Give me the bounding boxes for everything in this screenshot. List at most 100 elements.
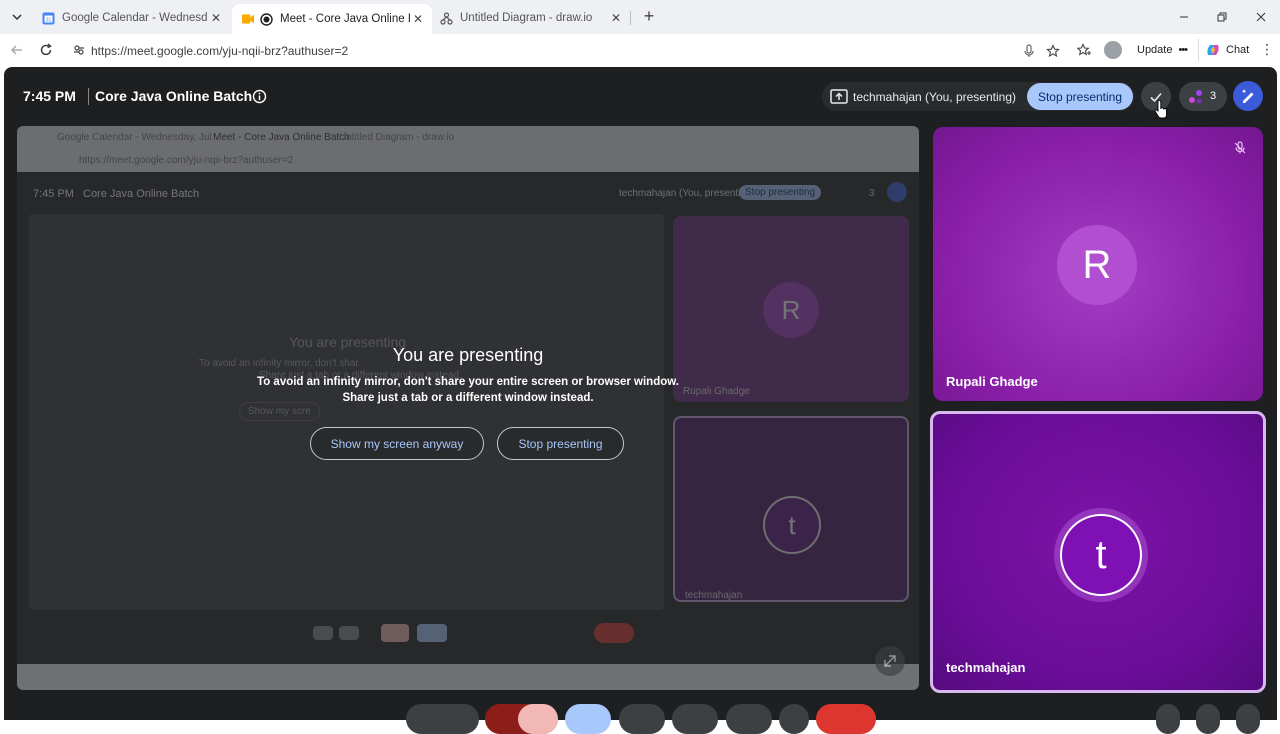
expand-icon[interactable] — [875, 646, 905, 676]
svg-text:31: 31 — [46, 17, 52, 23]
reload-icon — [40, 43, 52, 56]
tab-title: Untitled Diagram - draw.io — [460, 12, 593, 24]
favorites-star-icon — [1077, 43, 1091, 56]
mirror-taskbar — [17, 664, 919, 690]
show-screen-anyway-button[interactable]: Show my screen anyway — [310, 427, 484, 460]
participant-tile-techmahajan[interactable]: t techmahajan — [930, 411, 1266, 693]
copilot-icon — [1207, 45, 1219, 55]
mic-toggle-button[interactable] — [406, 704, 479, 734]
leave-call-button[interactable] — [816, 704, 876, 734]
tab-strip: 31 Google Calendar - Wednesday, Jul ✕ Me… — [0, 0, 1280, 34]
presenting-message: To avoid an infinity mirror, don't share… — [17, 374, 919, 406]
microphone-icon[interactable] — [1021, 43, 1037, 59]
present-now-button[interactable] — [565, 704, 611, 734]
mirror-title: Core Java Online Batch — [83, 188, 200, 200]
mirror-ctrl-1 — [313, 626, 333, 640]
participant-name: Rupali Ghadge — [946, 374, 1038, 389]
chat-panel-button[interactable] — [1156, 704, 1180, 734]
more-options-button[interactable] — [779, 704, 809, 734]
tab-search-button[interactable] — [6, 7, 28, 27]
meet-favicon-icon — [242, 13, 255, 26]
chevron-down-icon — [12, 14, 22, 21]
mirror-avatar-1: R — [763, 282, 819, 338]
mirror-tile-2: t techmahajan — [673, 416, 909, 602]
close-window-button[interactable] — [1251, 8, 1271, 26]
recording-indicator-icon — [260, 12, 273, 26]
activities-panel-button[interactable] — [1196, 704, 1220, 734]
participant-tile-rupali[interactable]: R Rupali Ghadge — [933, 127, 1263, 401]
omnibox[interactable]: https://meet.google.com/yju-nqii-brz?aut… — [64, 38, 1072, 62]
more-dots-icon: ••• — [1178, 44, 1188, 56]
info-icon[interactable] — [252, 89, 267, 104]
arrow-left-icon — [10, 45, 22, 55]
restore-icon — [1217, 12, 1227, 22]
meeting-title: Core Java Online Batch — [95, 88, 253, 104]
mirror-browser-chrome: Google Calendar - Wednesday, Jul Meet - … — [17, 126, 919, 172]
mirror-stop: Stop presenting — [739, 185, 822, 200]
speaking-indicator: t — [1054, 508, 1148, 602]
tab-divider — [630, 11, 631, 25]
back-button[interactable] — [9, 42, 25, 58]
mirror-activity — [887, 182, 907, 202]
presenting-heading: You are presenting — [392, 345, 544, 365]
close-tab-icon[interactable]: ✕ — [410, 11, 426, 27]
profile-avatar[interactable] — [1104, 41, 1122, 59]
url-text: https://meet.google.com/yju-nqii-brz?aut… — [91, 44, 349, 58]
close-tab-icon[interactable]: ✕ — [608, 10, 624, 26]
tab-meet[interactable]: Meet - Core Java Online Batch ✕ — [232, 4, 432, 34]
tab-google-calendar[interactable]: 31 Google Calendar - Wednesday, Jul ✕ — [32, 4, 230, 32]
mirror-count: 3 — [869, 188, 875, 199]
avatar: R — [1057, 225, 1137, 305]
copilot-chat-button[interactable]: Chat — [1198, 39, 1255, 61]
stop-presenting-button[interactable]: Stop presenting — [1027, 83, 1133, 110]
update-button[interactable]: Update ••• — [1131, 39, 1193, 61]
minimize-icon — [1180, 16, 1188, 18]
favorites-button[interactable] — [1076, 42, 1092, 58]
mic-off-icon — [1231, 139, 1249, 157]
chat-label: Chat — [1226, 44, 1250, 56]
header-divider — [88, 88, 89, 105]
mirror-tab-2: Meet - Core Java Online Batch — [213, 132, 350, 143]
reload-button[interactable] — [38, 42, 54, 58]
people-icon — [1189, 90, 1202, 104]
minimize-button[interactable] — [1174, 8, 1194, 26]
new-tab-button[interactable]: + — [639, 7, 659, 26]
tab-drawio[interactable]: Untitled Diagram - draw.io ✕ — [430, 4, 630, 32]
host-panel-button[interactable] — [1236, 704, 1260, 734]
close-tab-icon[interactable]: ✕ — [208, 10, 224, 26]
browser-menu-button[interactable]: ⋮ — [1260, 42, 1274, 58]
mirror-name-2: techmahajan — [685, 590, 743, 601]
present-screen-icon — [830, 89, 848, 104]
presenting-message-line-1: To avoid an infinity mirror, don't share… — [257, 376, 679, 388]
emoji-button[interactable] — [619, 704, 665, 734]
activities-button[interactable] — [1233, 81, 1263, 111]
mirror-shared-area: You are presenting To avoid an infinity … — [29, 214, 664, 610]
restore-button[interactable] — [1212, 8, 1232, 26]
address-bar-row: https://meet.google.com/yju-nqii-brz?aut… — [0, 34, 1280, 66]
calendar-favicon-icon: 31 — [42, 12, 55, 25]
close-icon — [1256, 12, 1266, 22]
overlay-stop-presenting-button[interactable]: Stop presenting — [497, 427, 624, 460]
avatar: t — [1060, 514, 1142, 596]
mirror-tab-1: Google Calendar - Wednesday, Jul — [57, 132, 212, 143]
mirror-ctrl-end — [594, 623, 634, 643]
camera-off-icon — [518, 704, 558, 734]
mirror-presenter: techmahajan (You, presenting) — [619, 188, 755, 199]
mirror-avatar-2: t — [763, 496, 821, 554]
participant-count: 3 — [1210, 90, 1217, 102]
drawio-favicon-icon — [440, 11, 453, 25]
captions-button[interactable] — [672, 704, 718, 734]
people-button[interactable]: 3 — [1179, 82, 1227, 111]
mouse-cursor-icon — [1154, 100, 1167, 119]
site-info-icon[interactable] — [73, 44, 85, 56]
mirror-ctrl-2 — [339, 626, 359, 640]
mirror-url: https://meet.google.com/yju-nqii-brz?aut… — [79, 155, 294, 166]
mirror-ctrl-3 — [381, 624, 409, 642]
mirror-time: 7:45 PM — [33, 188, 74, 200]
meeting-clock: 7:45 PM — [23, 88, 76, 104]
bookmark-star-icon[interactable] — [1045, 43, 1061, 59]
meet-window: 7:45 PM Core Java Online Batch techmahaj… — [4, 67, 1277, 734]
raise-hand-button[interactable] — [726, 704, 772, 734]
participant-name: techmahajan — [946, 660, 1026, 675]
pencil-sparkle-icon — [1242, 89, 1254, 103]
